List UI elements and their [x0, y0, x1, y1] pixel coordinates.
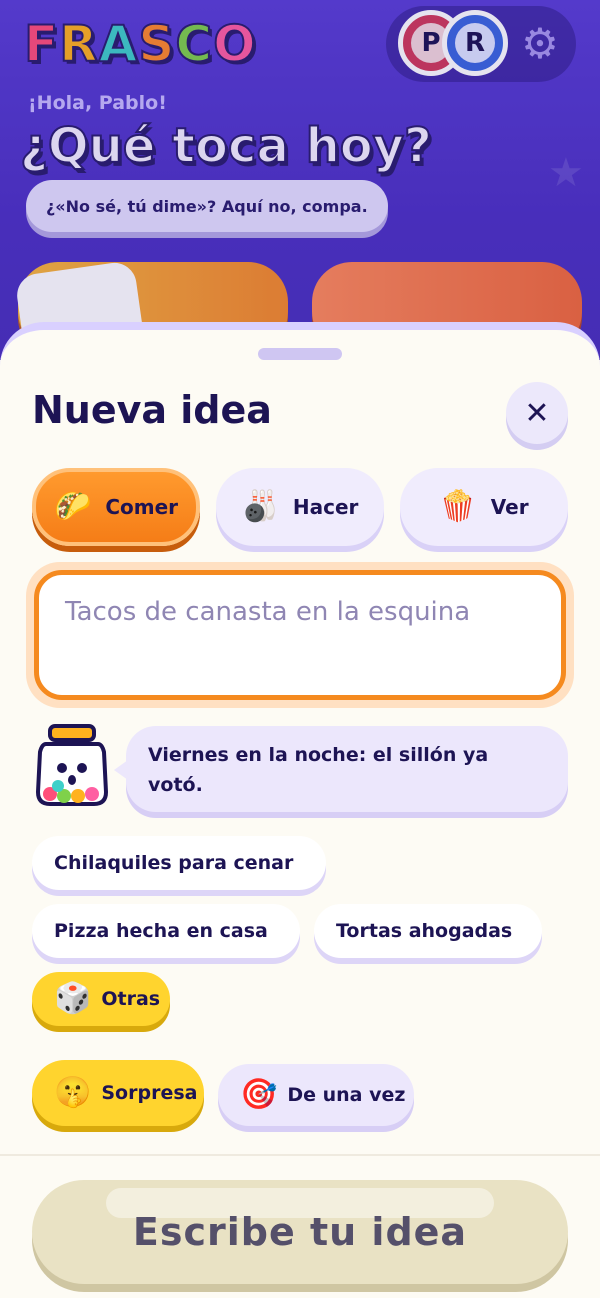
- mascot-speech-bubble: Viernes en la noche: el sillón ya votó.: [114, 726, 568, 812]
- close-icon: ✕: [524, 395, 550, 431]
- surprise-label: Sorpresa: [101, 1082, 198, 1104]
- close-button[interactable]: ✕: [506, 382, 568, 444]
- category-label: Comer: [105, 495, 179, 519]
- target-icon: 🎯: [240, 1077, 278, 1112]
- idea-input[interactable]: [39, 575, 561, 695]
- bowling-icon: 🎳: [241, 489, 279, 524]
- idea-input-focus-ring: [26, 562, 574, 708]
- dice-icon: 🎲: [54, 981, 92, 1016]
- category-comer-button[interactable]: 🌮 Comer: [32, 468, 200, 546]
- taco-icon: 🌮: [53, 489, 92, 524]
- suggestion-chip[interactable]: Pizza hecha en casa: [32, 904, 300, 958]
- shushing-face-icon: 🤫: [54, 1075, 92, 1110]
- category-label: Ver: [490, 495, 529, 519]
- category-label: Hacer: [292, 495, 359, 519]
- sheet-drag-handle[interactable]: [258, 348, 342, 360]
- popcorn-icon: 🍿: [439, 489, 477, 524]
- idea-input-box: [34, 570, 566, 700]
- sheet-title: Nueva idea: [32, 388, 272, 432]
- once-button[interactable]: 🎯 De una vez: [218, 1064, 414, 1126]
- submit-label: Escribe tu idea: [132, 1210, 468, 1254]
- suggestion-chip[interactable]: Chilaquiles para cenar: [32, 836, 326, 890]
- overlay-dim: [0, 0, 600, 360]
- home-screen-background: ★ FRASCO P R ⚙ ¡Hola, Pablo! ¿Qué toca h…: [0, 0, 600, 360]
- new-idea-sheet: Nueva idea ✕ 🌮 Comer 🎳 Hacer 🍿 Ver Viern…: [0, 322, 600, 1298]
- divider: [0, 1154, 600, 1156]
- suggestion-chip[interactable]: Tortas ahogadas: [314, 904, 542, 958]
- more-label: Otras: [101, 988, 161, 1010]
- more-suggestions-button[interactable]: 🎲 Otras: [32, 972, 170, 1026]
- submit-idea-button[interactable]: Escribe tu idea: [32, 1180, 568, 1284]
- jar-mascot-icon: [35, 724, 109, 806]
- once-label: De una vez: [287, 1084, 406, 1106]
- category-ver-button[interactable]: 🍿 Ver: [400, 468, 568, 546]
- surprise-button[interactable]: 🤫 Sorpresa: [32, 1060, 204, 1126]
- category-hacer-button[interactable]: 🎳 Hacer: [216, 468, 384, 546]
